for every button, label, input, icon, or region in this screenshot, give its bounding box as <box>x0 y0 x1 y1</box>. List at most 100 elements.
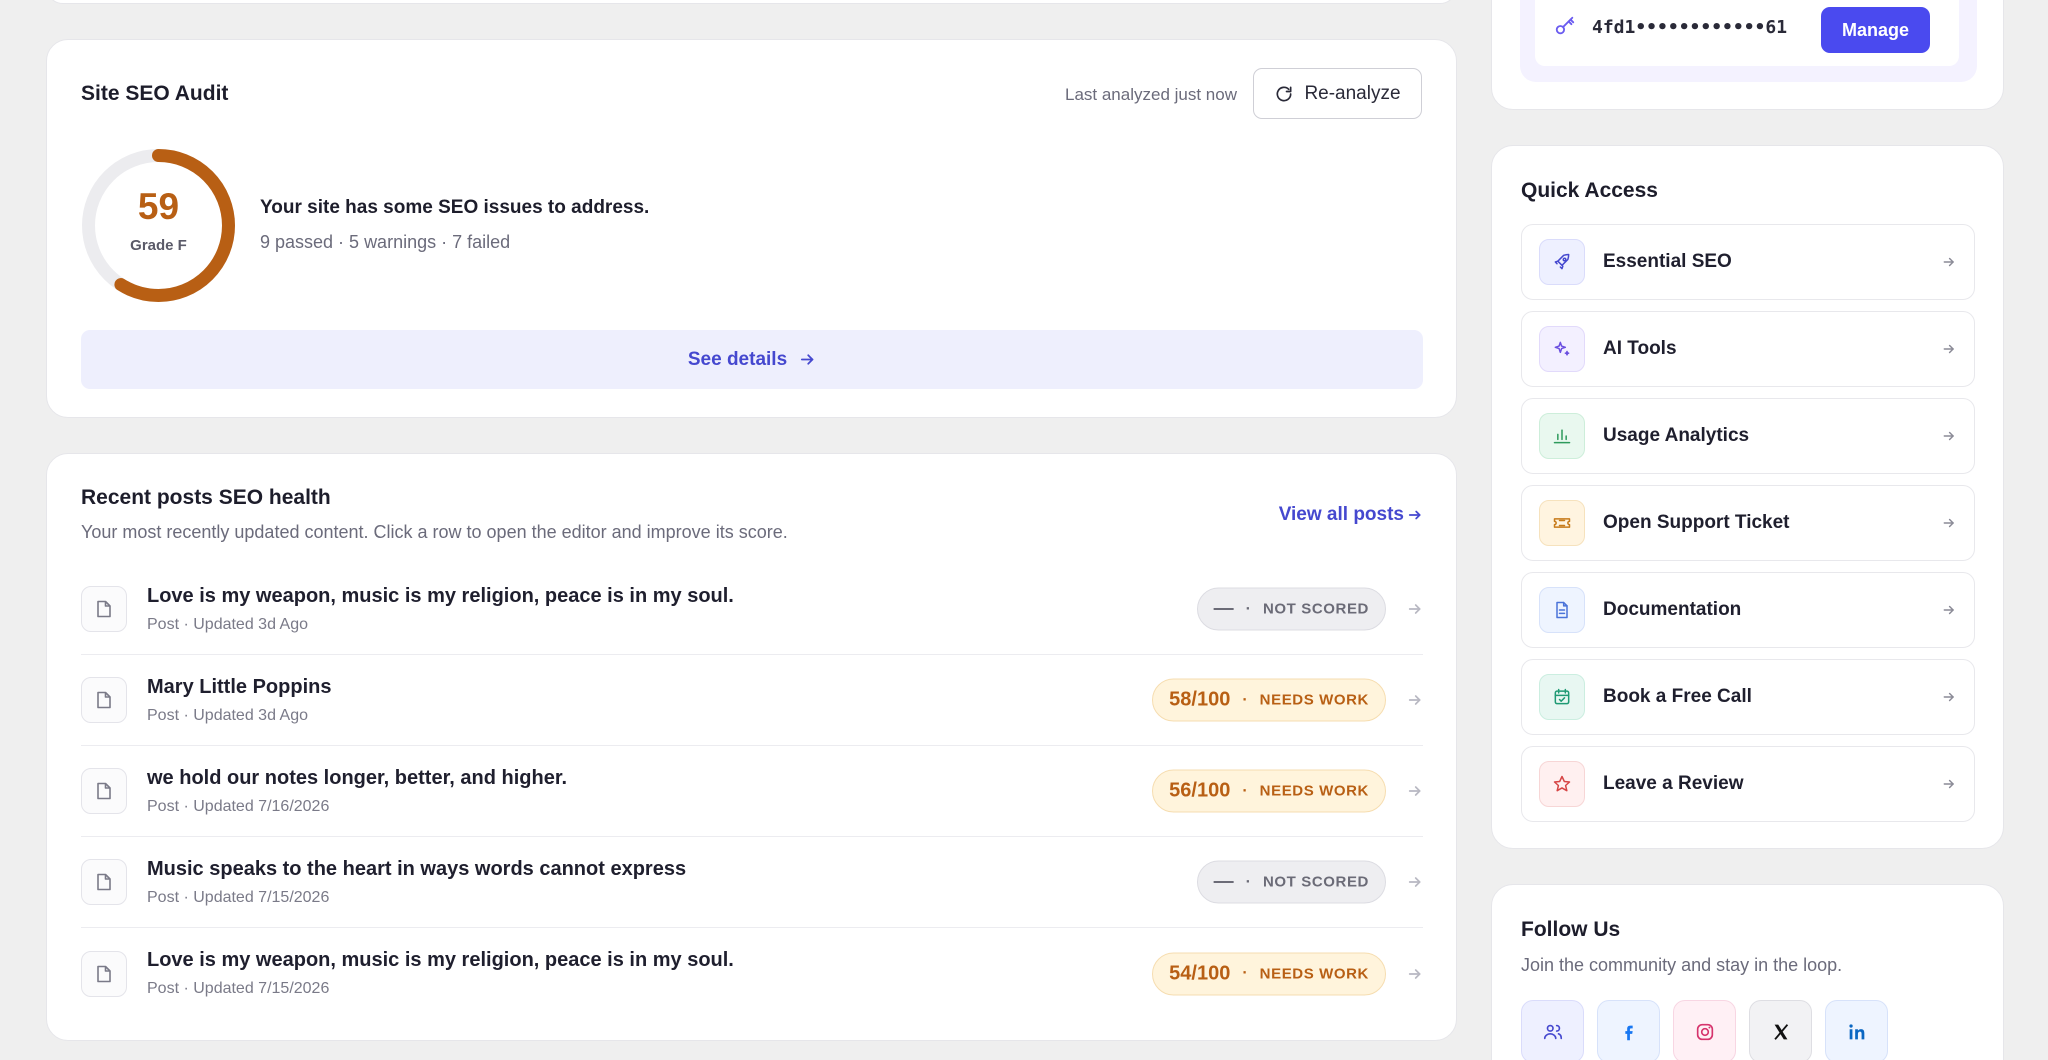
arrow-right-icon <box>1408 604 1421 614</box>
linkedin-icon <box>1848 1023 1864 1039</box>
document-icon <box>1539 587 1585 633</box>
badge-separator: · <box>1242 782 1248 799</box>
post-icon <box>81 586 127 632</box>
arrow-right-icon <box>801 354 814 365</box>
community-link[interactable] <box>1521 1000 1584 1060</box>
seo-audit-card: Site SEO Audit Last analyzed just now Re… <box>46 39 1457 418</box>
last-analyzed-text: Last analyzed just now <box>1065 85 1237 104</box>
reanalyze-label: Re-analyze <box>1304 82 1401 104</box>
post-title: Music speaks to the heart in ways words … <box>147 857 687 880</box>
quick-access-item[interactable]: Leave a Review <box>1521 746 1975 822</box>
badge-status: NEEDS WORK <box>1259 782 1369 800</box>
quick-access-item[interactable]: Open Support Ticket <box>1521 485 1975 561</box>
badge-status: NOT SCORED <box>1262 600 1369 618</box>
post-row[interactable]: Mary Little Poppins Post · Updated 3d Ago… <box>81 655 1423 746</box>
reanalyze-button[interactable]: Re-analyze <box>1253 68 1422 119</box>
document-icon <box>97 782 111 800</box>
x-icon <box>1773 1023 1788 1040</box>
quick-access-item[interactable]: AI Tools <box>1521 311 1975 387</box>
post-icon <box>81 677 127 723</box>
post-icon <box>81 768 127 814</box>
post-row[interactable]: Music speaks to the heart in ways words … <box>81 837 1423 928</box>
document-icon <box>97 600 111 618</box>
key-icon <box>1555 16 1575 35</box>
post-row[interactable]: Love is my weapon, music is my religion,… <box>81 564 1423 655</box>
arrow-right-icon <box>1943 518 1954 528</box>
quick-access-label: Documentation <box>1603 599 1742 620</box>
post-meta: Post · Updated 7/15/2026 <box>147 980 330 997</box>
badge-status: NEEDS WORK <box>1259 691 1369 709</box>
quick-access-item[interactable]: Usage Analytics <box>1521 398 1975 474</box>
x-link[interactable] <box>1749 1000 1812 1060</box>
license-card: 4fd1••••••••••••61 Manage <box>1491 0 2004 110</box>
score-grade: Grade F <box>130 237 187 254</box>
post-text: we hold our notes longer, better, and hi… <box>147 767 567 816</box>
post-row[interactable]: Love is my weapon, music is my religion,… <box>81 928 1423 1019</box>
see-details-label: See details <box>687 348 788 370</box>
post-icon <box>81 950 127 997</box>
arrow-right-icon <box>1943 605 1954 615</box>
badge-score: — <box>1213 870 1234 893</box>
post-meta: Post · Updated 3d Ago <box>147 706 308 724</box>
badge-separator: · <box>1245 873 1251 890</box>
post-icon <box>81 859 127 905</box>
post-text: Love is my weapon, music is my religion,… <box>147 949 734 998</box>
arrow-right-icon <box>1943 692 1954 702</box>
social-links <box>1521 1000 1888 1060</box>
bar-chart-icon <box>1539 413 1585 459</box>
quick-access-label: AI Tools <box>1603 338 1677 359</box>
refresh-icon <box>1276 86 1292 101</box>
post-meta: Post · Updated 7/15/2026 <box>147 888 330 906</box>
manage-button[interactable]: Manage <box>1821 7 1930 53</box>
quick-access-title: Quick Access <box>1521 179 1658 202</box>
arrow-right-icon <box>1408 968 1421 979</box>
quick-access-item[interactable]: Documentation <box>1521 572 1975 648</box>
follow-us-card: Follow Us Join the community and stay in… <box>1491 884 2004 1060</box>
sparkle-icon <box>1539 326 1585 372</box>
post-title: Love is my weapon, music is my religion,… <box>147 584 734 607</box>
post-text: Love is my weapon, music is my religion,… <box>147 585 734 634</box>
document-icon <box>97 873 111 891</box>
view-all-label: View all posts <box>1278 504 1404 525</box>
badge-separator: · <box>1245 600 1251 617</box>
seo-status-badge: 54/100 · NEEDS WORK <box>1152 952 1386 995</box>
arrow-right-icon <box>1943 257 1954 267</box>
view-all-posts-link[interactable]: View all posts <box>1279 504 1422 526</box>
quick-access-item[interactable]: Essential SEO <box>1521 224 1975 300</box>
badge-score: — <box>1213 597 1234 620</box>
quick-access-label: Essential SEO <box>1603 251 1732 272</box>
post-title: we hold our notes longer, better, and hi… <box>147 766 568 789</box>
arrow-right-icon <box>1408 877 1421 887</box>
post-text: Mary Little Poppins Post · Updated 3d Ago <box>147 676 331 725</box>
seo-status-badge: 56/100 · NEEDS WORK <box>1152 769 1386 813</box>
arrow-right-icon <box>1943 431 1954 441</box>
post-row[interactable]: we hold our notes longer, better, and hi… <box>81 746 1423 837</box>
quick-access-item[interactable]: Book a Free Call <box>1521 659 1975 735</box>
arrow-right-icon <box>1943 344 1954 354</box>
arrow-right-icon <box>1408 695 1421 705</box>
seo-status-badge: 58/100 · NEEDS WORK <box>1152 678 1386 722</box>
previous-card <box>46 0 1457 4</box>
audit-message: Your site has some SEO issues to address… <box>260 197 650 218</box>
follow-subtitle: Join the community and stay in the loop. <box>1521 955 1843 975</box>
arrow-right-icon <box>1408 510 1421 520</box>
see-details-button[interactable]: See details <box>81 330 1423 389</box>
ticket-icon <box>1539 500 1585 546</box>
quick-access-list: Essential SEO AI Tools Usage Analytics Open… <box>1521 224 1975 833</box>
facebook-link[interactable] <box>1597 1000 1660 1060</box>
instagram-link[interactable] <box>1673 1000 1736 1060</box>
posts-subtitle: Your most recently updated content. Clic… <box>81 522 788 542</box>
post-meta: Post · Updated 3d Ago <box>147 615 308 633</box>
instagram-icon <box>1696 1023 1713 1040</box>
community-icon <box>1543 1024 1562 1039</box>
post-text: Music speaks to the heart in ways words … <box>147 858 686 907</box>
badge-score: 54/100 <box>1169 962 1231 984</box>
audit-title: Site SEO Audit <box>81 82 229 105</box>
linkedin-link[interactable] <box>1825 1000 1888 1060</box>
facebook-icon <box>1624 1025 1633 1040</box>
quick-access-label: Open Support Ticket <box>1603 512 1790 533</box>
post-list: Love is my weapon, music is my religion,… <box>81 564 1423 1019</box>
badge-separator: · <box>1242 691 1248 708</box>
arrow-right-icon <box>1943 779 1954 789</box>
document-icon <box>97 691 111 709</box>
